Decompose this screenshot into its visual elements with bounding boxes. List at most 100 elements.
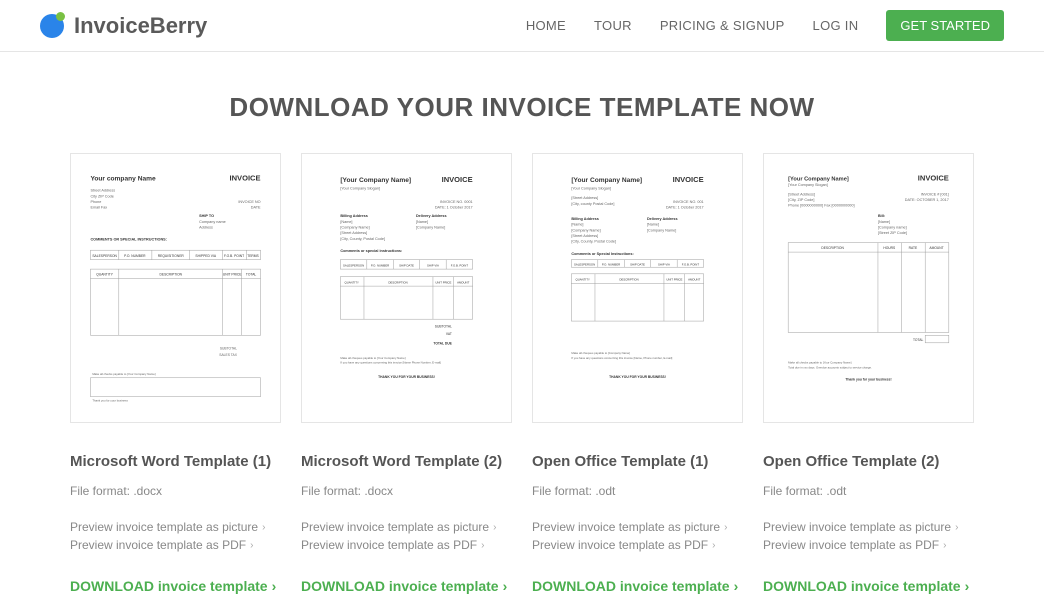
svg-text:SHIP DATE: SHIP DATE [399, 263, 414, 267]
svg-text:P.O. NUMBER: P.O. NUMBER [602, 262, 620, 266]
svg-text:[City, ZIP Code]: [City, ZIP Code] [788, 198, 814, 202]
svg-text:Delivery Address: Delivery Address [416, 214, 447, 218]
svg-text:Comments or special instructio: Comments or special instructions: [340, 249, 402, 253]
template-card: [Your Company Name] [Your Company Slogan… [763, 153, 974, 594]
svg-text:SHIPPED VIA: SHIPPED VIA [195, 254, 217, 258]
svg-text:[Your Company Name]: [Your Company Name] [571, 177, 642, 184]
chevron-right-icon: › [955, 522, 958, 533]
svg-text:SHIP DATE: SHIP DATE [630, 262, 645, 266]
download-link[interactable]: DOWNLOAD invoice template› [301, 578, 512, 594]
brand[interactable]: InvoiceBerry [40, 13, 207, 39]
svg-text:DESCRIPTION: DESCRIPTION [821, 246, 844, 250]
svg-text:F.O.B. POINT: F.O.B. POINT [451, 263, 469, 267]
svg-text:SHIP TO: SHIP TO [199, 214, 214, 218]
chevron-right-icon: › [481, 540, 484, 551]
svg-text:City ZIP Code: City ZIP Code [90, 194, 113, 198]
template-thumbnail[interactable]: [Your Company Name] [Your Company Slogan… [763, 153, 974, 423]
svg-text:Phone [0000000000] Fax [000000: Phone [0000000000] Fax [0000000000] [788, 204, 854, 208]
svg-text:[Your Company Name]: [Your Company Name] [340, 177, 411, 184]
svg-text:SALESPERSON: SALESPERSON [574, 262, 595, 266]
svg-text:[City, county Postal Code]: [City, county Postal Code] [571, 202, 614, 206]
download-link[interactable]: DOWNLOAD invoice template› [532, 578, 743, 594]
svg-text:[Street Address]: [Street Address] [571, 234, 598, 238]
nav-home[interactable]: HOME [526, 18, 566, 33]
svg-text:SUBTOTAL: SUBTOTAL [220, 346, 237, 350]
svg-text:VAT: VAT [446, 332, 452, 336]
preview-pdf-link[interactable]: Preview invoice template as PDF› [70, 538, 281, 552]
svg-text:INVOICE NO. 0001: INVOICE NO. 0001 [440, 200, 473, 204]
svg-text:AMOUNT: AMOUNT [929, 246, 943, 250]
chevron-right-icon: › [262, 522, 265, 533]
svg-text:If you have any questions conc: If you have any questions concerning thi… [340, 361, 441, 365]
svg-text:INVOICE # [001]: INVOICE # [001] [921, 192, 949, 196]
svg-text:HOURS: HOURS [883, 246, 896, 250]
svg-text:Make all checks payable to [Yo: Make all checks payable to [Your Company… [788, 361, 851, 365]
template-thumbnail[interactable]: [Your Company Name] [Your Company Slogan… [532, 153, 743, 423]
svg-text:SALESPERSON: SALESPERSON [92, 254, 117, 258]
svg-text:P.O. NUMBER: P.O. NUMBER [124, 254, 146, 258]
svg-text:Total due in xxx days. Overdue: Total due in xxx days. Overdue accounts … [788, 365, 872, 369]
preview-picture-link[interactable]: Preview invoice template as picture› [301, 520, 512, 534]
svg-text:QUANTITY: QUANTITY [96, 273, 113, 277]
template-card: [Your Company Name] [Your Company Slogan… [301, 153, 512, 594]
template-thumbnail[interactable]: Your company Name INVOICE Street Address… [70, 153, 281, 423]
svg-text:Email Fax: Email Fax [90, 206, 107, 210]
svg-text:AMOUNT: AMOUNT [457, 280, 470, 284]
svg-text:UNIT PRICE: UNIT PRICE [435, 280, 451, 284]
template-card: [Your Company Name] [Your Company Slogan… [532, 153, 743, 594]
svg-text:[Company Name]: [Company Name] [647, 228, 676, 232]
download-link[interactable]: DOWNLOAD invoice template› [70, 578, 281, 594]
svg-text:F.O.B. POINT: F.O.B. POINT [682, 262, 700, 266]
template-format: File format: .docx [301, 484, 512, 498]
svg-text:INVOICE: INVOICE [230, 173, 261, 182]
preview-picture-link[interactable]: Preview invoice template as picture› [532, 520, 743, 534]
svg-text:[Company Name]: [Company Name] [416, 225, 445, 229]
invoice-preview-icon: [Your Company Name] [Your Company Slogan… [774, 164, 963, 412]
svg-text:INVOICE: INVOICE [673, 175, 704, 184]
svg-text:Company name: Company name [199, 220, 226, 224]
nav-pricing[interactable]: PRICING & SIGNUP [660, 18, 785, 33]
template-thumbnail[interactable]: [Your Company Name] [Your Company Slogan… [301, 153, 512, 423]
svg-text:DESCRIPTION: DESCRIPTION [619, 277, 638, 281]
logo-icon [40, 14, 64, 38]
svg-text:[Your Company Slogan]: [Your Company Slogan] [340, 187, 380, 191]
svg-text:[Your Company Slogan]: [Your Company Slogan] [571, 187, 611, 191]
preview-pdf-link[interactable]: Preview invoice template as PDF› [301, 538, 512, 552]
chevron-right-icon: › [724, 522, 727, 533]
template-title: Open Office Template (1) [532, 453, 743, 470]
svg-text:Billing Address: Billing Address [340, 214, 367, 218]
svg-text:[Company name]: [Company name] [878, 225, 907, 229]
preview-picture-link[interactable]: Preview invoice template as picture› [70, 520, 281, 534]
svg-text:DATE: 1 October 2017: DATE: 1 October 2017 [666, 206, 704, 210]
preview-pdf-link[interactable]: Preview invoice template as PDF› [763, 538, 974, 552]
template-title: Microsoft Word Template (1) [70, 453, 281, 470]
svg-text:[Your Company Slogan]: [Your Company Slogan] [788, 183, 828, 187]
svg-text:Thank you for your business: Thank you for your business [92, 398, 128, 402]
svg-text:SHIP VIA: SHIP VIA [427, 263, 439, 267]
download-link[interactable]: DOWNLOAD invoice template› [763, 578, 974, 594]
svg-text:Billing Address: Billing Address [571, 217, 598, 221]
svg-text:INVOICE: INVOICE [918, 173, 949, 182]
preview-pdf-link[interactable]: Preview invoice template as PDF› [532, 538, 743, 552]
get-started-button[interactable]: GET STARTED [886, 10, 1004, 41]
preview-picture-link[interactable]: Preview invoice template as picture› [763, 520, 974, 534]
svg-text:[Street Address]: [Street Address] [788, 192, 815, 196]
nav-login[interactable]: LOG IN [813, 18, 859, 33]
chevron-right-icon: › [503, 578, 508, 594]
svg-text:Street Address: Street Address [90, 189, 115, 193]
svg-text:Make all checks payable to [Yo: Make all checks payable to [Your Company… [92, 372, 155, 376]
invoice-preview-icon: [Your Company Name] [Your Company Slogan… [312, 164, 501, 412]
svg-text:If you have any questions conc: If you have any questions concerning thi… [571, 356, 672, 360]
template-title: Microsoft Word Template (2) [301, 453, 512, 470]
svg-text:QUANTITY: QUANTITY [576, 277, 590, 281]
svg-text:Delivery Address: Delivery Address [647, 217, 678, 221]
nav-tour[interactable]: TOUR [594, 18, 632, 33]
svg-text:Phone: Phone [90, 200, 101, 204]
svg-text:[City, County, Postal Code]: [City, County, Postal Code] [571, 240, 616, 244]
svg-text:THANK YOU FOR YOUR BUSINESS!: THANK YOU FOR YOUR BUSINESS! [609, 375, 666, 379]
svg-text:AMOUNT: AMOUNT [688, 277, 701, 281]
svg-text:RATE: RATE [909, 246, 918, 250]
template-card: Your company Name INVOICE Street Address… [70, 153, 281, 594]
svg-text:COMMENTS OR SPECIAL INSTRUCTIO: COMMENTS OR SPECIAL INSTRUCTIONS: [90, 238, 167, 242]
svg-text:[Name]: [Name] [340, 220, 352, 224]
